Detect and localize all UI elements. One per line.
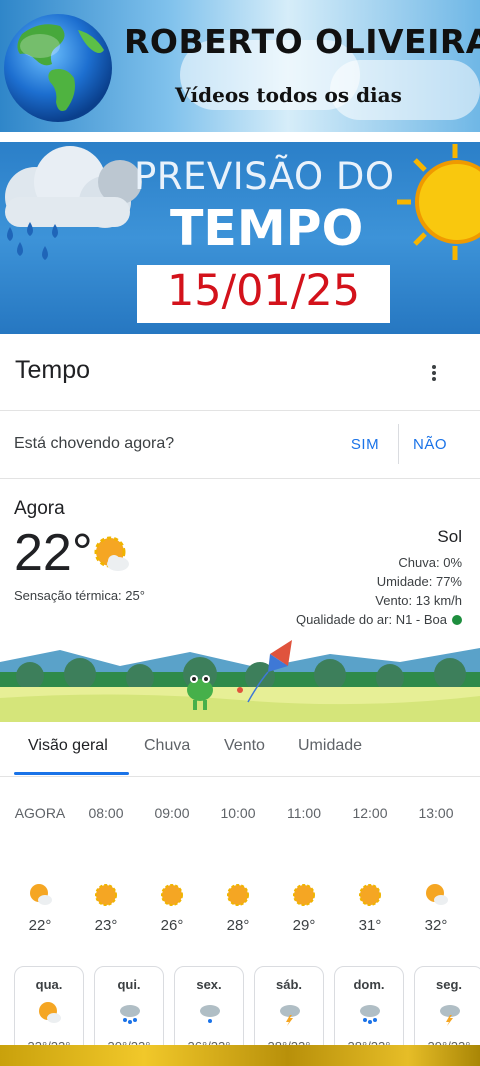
divider bbox=[0, 478, 480, 479]
hourly-item: AGORA 22° bbox=[12, 805, 68, 934]
rain-icon bbox=[200, 1005, 220, 1023]
divider bbox=[0, 776, 480, 777]
hour-temp: 29° bbox=[292, 917, 316, 934]
hourly-item: 11:00 29° bbox=[276, 805, 332, 934]
banner-heading-line2: TEMPO bbox=[170, 200, 364, 257]
hour-temp: 26° bbox=[160, 917, 184, 934]
humidity: Umidade: 77% bbox=[376, 574, 462, 589]
tab-overview[interactable]: Visão geral bbox=[28, 737, 108, 755]
current-label: Agora bbox=[14, 498, 65, 519]
hour-label: AGORA bbox=[14, 805, 66, 821]
card-title: Tempo bbox=[15, 356, 91, 384]
sun-icon bbox=[397, 144, 480, 260]
day-label: sex. bbox=[196, 977, 222, 992]
air-quality-dot bbox=[452, 615, 462, 625]
air-quality-text: Qualidade do ar: N1 - Boa bbox=[295, 612, 447, 627]
air-quality[interactable]: Qualidade do ar: N1 - Boa bbox=[230, 612, 462, 627]
day-label: dom. bbox=[353, 977, 385, 992]
channel-name: ROBERTO OLIVEIRA bbox=[124, 22, 480, 61]
globe-logo-icon bbox=[4, 14, 112, 122]
day-label: sáb. bbox=[275, 977, 302, 992]
current-temperature: 22° bbox=[14, 524, 93, 582]
hourly-item: 10:00 28° bbox=[210, 805, 266, 934]
partly-cloudy-icon bbox=[39, 1002, 61, 1023]
banner-separator bbox=[0, 132, 480, 142]
hour-temp: 28° bbox=[226, 917, 250, 934]
rain-icon bbox=[120, 1005, 140, 1024]
sunny-icon bbox=[95, 884, 117, 906]
day-label: qui. bbox=[117, 977, 141, 992]
hour-label: 13:00 bbox=[418, 805, 454, 821]
tab-humidity[interactable]: Umidade bbox=[298, 737, 362, 755]
sunny-icon bbox=[227, 884, 249, 906]
hour-label: 10:00 bbox=[220, 805, 256, 821]
wind: Vento: 13 km/h bbox=[375, 593, 462, 608]
hourly-item: 13:00 32° bbox=[408, 805, 464, 934]
more-vert-icon[interactable] bbox=[428, 365, 440, 385]
sunny-icon bbox=[359, 884, 381, 906]
day-label: seg. bbox=[435, 977, 462, 992]
hour-label: 09:00 bbox=[154, 805, 190, 821]
thunderstorm-icon bbox=[280, 1005, 300, 1026]
rain-question: Está chovendo agora? bbox=[14, 435, 175, 452]
hour-label: 08:00 bbox=[88, 805, 124, 821]
rain-cloud-icon bbox=[5, 146, 142, 260]
active-tab-indicator bbox=[14, 772, 129, 775]
thunderstorm-icon bbox=[440, 1005, 460, 1026]
partly-cloudy-icon bbox=[94, 536, 129, 571]
hour-temp: 23° bbox=[94, 917, 118, 934]
tab-rain[interactable]: Chuva bbox=[144, 737, 190, 755]
hourly-item: 09:00 26° bbox=[144, 805, 200, 934]
banner-date: 15/01/25 bbox=[166, 266, 361, 316]
hour-temp: 22° bbox=[28, 917, 52, 934]
sunny-icon bbox=[293, 884, 315, 906]
day-label: qua. bbox=[35, 977, 63, 992]
hourly-item: 12:00 31° bbox=[342, 805, 398, 934]
partly-cloudy-icon bbox=[426, 884, 448, 905]
partly-cloudy-icon bbox=[30, 884, 52, 905]
feels-like: Sensação térmica: 25° bbox=[14, 588, 145, 603]
condition: Sol bbox=[437, 527, 462, 546]
hour-label: 12:00 bbox=[352, 805, 388, 821]
divider bbox=[0, 410, 480, 411]
rain-chance: Chuva: 0% bbox=[398, 555, 462, 570]
bottom-decoration-bar bbox=[0, 1045, 480, 1066]
hourly-item: 08:00 23° bbox=[78, 805, 134, 934]
hour-label: 11:00 bbox=[287, 805, 321, 821]
no-button[interactable]: NÃO bbox=[405, 425, 455, 463]
banner-heading-line1: PREVISÃO DO bbox=[134, 155, 395, 198]
rain-icon bbox=[360, 1005, 380, 1024]
sunny-icon bbox=[161, 884, 183, 906]
yes-button[interactable]: SIM bbox=[340, 425, 390, 463]
hour-temp: 32° bbox=[424, 917, 448, 934]
tab-wind[interactable]: Vento bbox=[224, 737, 265, 755]
landscape-illustration bbox=[0, 632, 480, 722]
hour-temp: 31° bbox=[358, 917, 382, 934]
channel-tagline: Vídeos todos os dias bbox=[175, 83, 402, 107]
divider bbox=[398, 424, 399, 464]
